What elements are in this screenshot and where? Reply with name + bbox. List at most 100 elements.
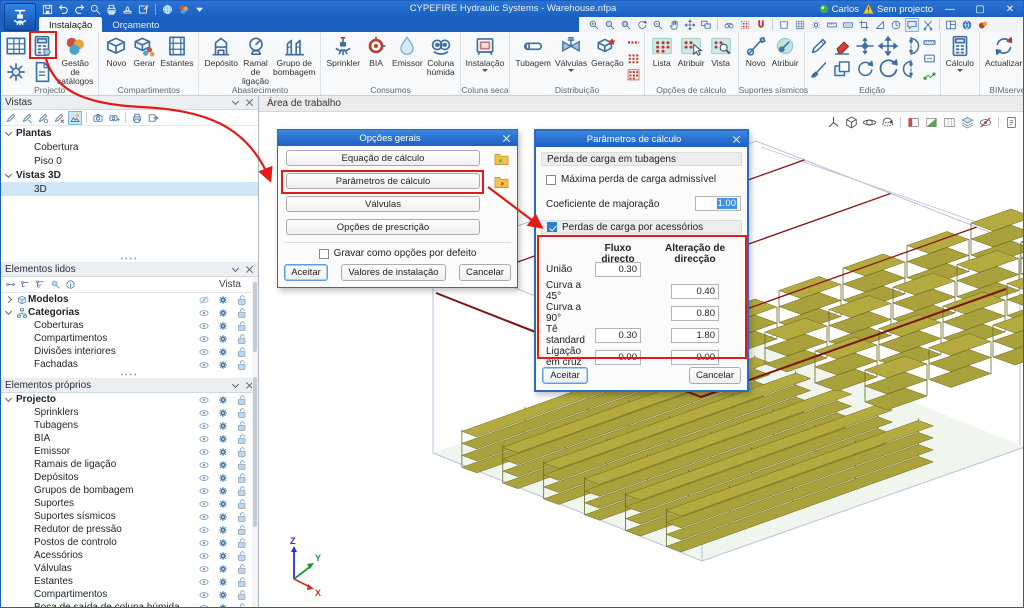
max-loss-checkbox-row[interactable]: Máxima perda de carga admissível bbox=[546, 174, 716, 185]
eye-icon[interactable] bbox=[198, 320, 210, 332]
view-delete-icon[interactable] bbox=[52, 111, 66, 125]
tree-item-emissor[interactable]: Emissor bbox=[1, 445, 258, 458]
label-box-icon[interactable] bbox=[841, 18, 855, 32]
sprinkler-button[interactable]: Sprinkler bbox=[324, 33, 362, 69]
set-square-icon[interactable] bbox=[873, 18, 887, 32]
tree-item-valvulas[interactable]: Válvulas bbox=[1, 562, 258, 575]
gear-blue-icon[interactable] bbox=[217, 602, 229, 608]
rotate-small-icon[interactable] bbox=[854, 58, 876, 80]
eye-icon[interactable] bbox=[198, 459, 210, 471]
save-icon[interactable] bbox=[41, 3, 54, 16]
eye-icon[interactable] bbox=[198, 498, 210, 510]
node-icon[interactable] bbox=[854, 35, 876, 57]
opcoes-de-prescricao-button[interactable]: Opções de prescrição bbox=[286, 219, 480, 235]
redo-icon[interactable] bbox=[73, 3, 86, 16]
gear-blue-icon[interactable] bbox=[217, 524, 229, 536]
tubagem-button[interactable]: Tubagem bbox=[513, 33, 553, 69]
collapse-panel-icon[interactable] bbox=[232, 266, 239, 273]
gear-blue-icon[interactable] bbox=[217, 511, 229, 523]
gear-blue-icon[interactable] bbox=[217, 550, 229, 562]
gear-blue-icon[interactable] bbox=[217, 320, 229, 332]
valvulas-button[interactable]: Válvulas bbox=[553, 33, 589, 73]
lock-open-icon[interactable] bbox=[236, 472, 248, 484]
copy-icon[interactable] bbox=[831, 58, 853, 80]
gear-blue-icon[interactable] bbox=[217, 346, 229, 358]
close-panel-icon[interactable] bbox=[245, 98, 254, 107]
eye-icon[interactable] bbox=[198, 433, 210, 445]
lock-open-icon[interactable] bbox=[236, 537, 248, 549]
eye-icon[interactable] bbox=[198, 446, 210, 458]
lock-open-icon[interactable] bbox=[236, 524, 248, 536]
gear-blue-icon[interactable] bbox=[217, 446, 229, 458]
eye-icon[interactable] bbox=[198, 420, 210, 432]
tree-item-projecto[interactable]: Projecto bbox=[1, 393, 258, 406]
fluxo-directo-input[interactable]: 0.30 bbox=[595, 328, 641, 343]
coef-input[interactable]: 1.00 bbox=[695, 196, 741, 211]
collapse-panel-icon[interactable] bbox=[232, 382, 239, 389]
hide-elements-icon[interactable] bbox=[978, 115, 993, 130]
comment-icon[interactable] bbox=[905, 18, 919, 32]
accessory-loss-checkbox-row[interactable]: Perdas de carga por acessórios bbox=[541, 220, 742, 234]
tree-item-sprinklers[interactable]: Sprinklers bbox=[1, 406, 258, 419]
equacao-de-calculo-button[interactable]: Equação de cálculo bbox=[286, 150, 480, 166]
crop-icon[interactable] bbox=[857, 18, 871, 32]
lock-open-icon[interactable] bbox=[236, 333, 248, 345]
gerar-button[interactable]: Gerar bbox=[130, 33, 158, 69]
window-layout-icon[interactable] bbox=[944, 18, 958, 32]
tree-item-vistas-3d[interactable]: Vistas 3D bbox=[1, 168, 258, 182]
bia-button[interactable]: BIA bbox=[362, 33, 390, 69]
lock-open-icon[interactable] bbox=[236, 602, 248, 608]
touch-3d-icon[interactable] bbox=[1004, 115, 1019, 130]
clip-green-icon[interactable] bbox=[924, 115, 939, 130]
alteracao-direccao-input[interactable]: 0.40 bbox=[671, 284, 719, 299]
coluna-humida-button[interactable]: Coluna húmida bbox=[425, 33, 457, 78]
move-view-icon[interactable] bbox=[683, 18, 697, 32]
eye-icon[interactable] bbox=[198, 576, 210, 588]
lock-open-icon[interactable] bbox=[236, 446, 248, 458]
eye-icon[interactable] bbox=[198, 333, 210, 345]
search-elements-icon[interactable] bbox=[722, 18, 736, 32]
lock-open-icon[interactable] bbox=[236, 307, 248, 319]
close-dialog-icon[interactable] bbox=[732, 135, 741, 144]
atribuir-button[interactable]: Atribuir bbox=[770, 33, 801, 69]
expand-chevron-icon[interactable] bbox=[5, 130, 12, 137]
stamp-icon[interactable] bbox=[121, 3, 134, 16]
expand-chevron-icon[interactable] bbox=[5, 396, 12, 403]
export-icon[interactable] bbox=[137, 3, 150, 16]
search-model-icon[interactable] bbox=[49, 278, 62, 291]
aceitar-button[interactable]: Aceitar bbox=[284, 264, 328, 281]
lock-open-icon[interactable] bbox=[236, 589, 248, 601]
close-button[interactable]: ✕ bbox=[997, 2, 1023, 17]
tree-item-divisoes-interiores[interactable]: Divisões interiores bbox=[1, 345, 258, 358]
dialog-title-bar[interactable]: Opções gerais bbox=[278, 130, 517, 146]
estantes-button[interactable]: Estantes bbox=[158, 33, 195, 69]
gear-blue-icon[interactable] bbox=[217, 394, 229, 406]
pencil-icon[interactable] bbox=[808, 35, 830, 57]
view-copy-icon[interactable] bbox=[36, 111, 50, 125]
clip-red-icon[interactable] bbox=[906, 115, 921, 130]
folder-import-icon[interactable] bbox=[494, 152, 509, 166]
fluxo-directo-input[interactable]: 0.30 bbox=[595, 262, 641, 277]
actualizar-button[interactable]: Actualizar bbox=[983, 33, 1024, 69]
clock-icon[interactable] bbox=[889, 18, 903, 32]
lock-open-icon[interactable] bbox=[236, 563, 248, 575]
user-chip[interactable]: Carlos bbox=[819, 4, 859, 15]
camera-add-icon[interactable] bbox=[107, 111, 121, 125]
print-view-icon[interactable] bbox=[130, 111, 144, 125]
panel-resize-grip[interactable]: •••• bbox=[1, 256, 258, 263]
eye-icon[interactable] bbox=[198, 407, 210, 419]
origin-axes-icon[interactable] bbox=[826, 115, 841, 130]
tree-item-piso-0[interactable]: Piso 0 bbox=[1, 154, 258, 168]
tree-item-categorias[interactable]: Categorias bbox=[1, 306, 258, 319]
materials-icon[interactable] bbox=[976, 18, 990, 32]
tree-item-fachadas[interactable]: Fachadas bbox=[1, 358, 258, 371]
lock-open-icon[interactable] bbox=[236, 320, 248, 332]
tree-item-bia[interactable]: BIA bbox=[1, 432, 258, 445]
gear-blue-icon[interactable] bbox=[217, 459, 229, 471]
alteracao-direccao-input[interactable]: 0.80 bbox=[671, 306, 719, 321]
collapse-all-icon[interactable] bbox=[4, 278, 17, 291]
view-edit-icon[interactable] bbox=[20, 111, 34, 125]
lock-open-icon[interactable] bbox=[236, 359, 248, 371]
view-cube-icon[interactable] bbox=[844, 115, 859, 130]
cut-icon[interactable] bbox=[921, 18, 935, 32]
